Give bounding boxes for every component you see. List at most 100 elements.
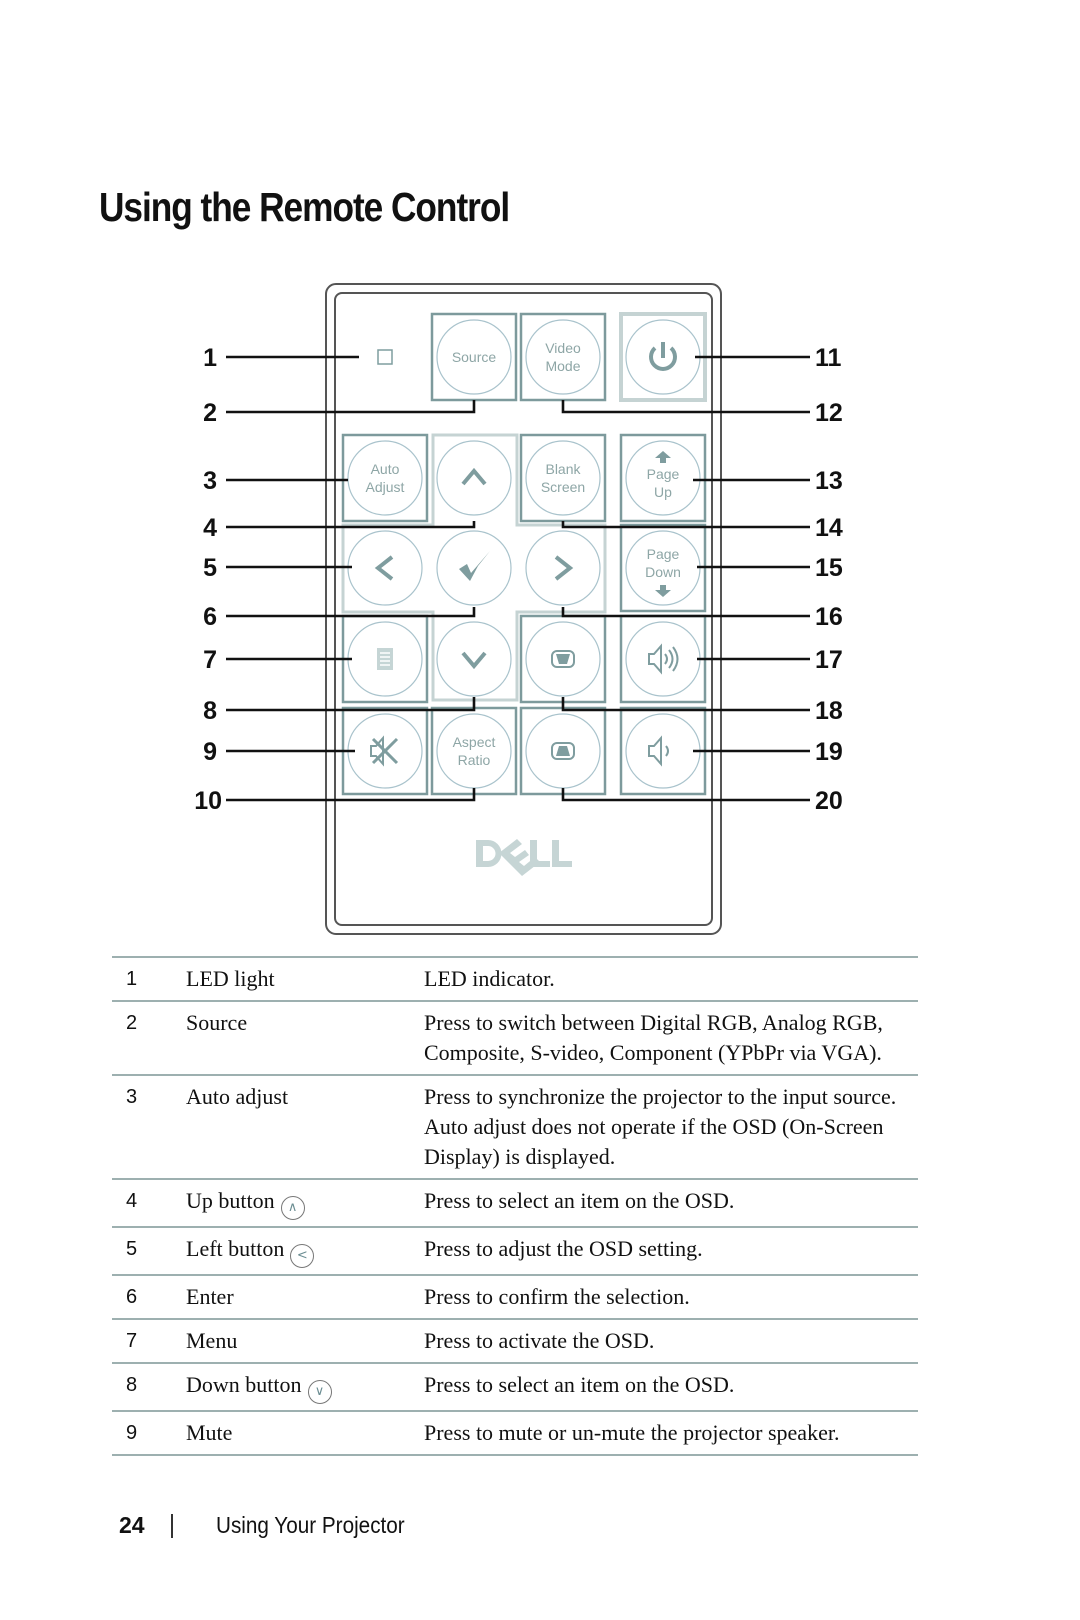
- callout-number: 13: [815, 467, 843, 495]
- button-label: Mode: [545, 358, 580, 374]
- remote-button-14[interactable]: Blank Screen: [519, 433, 607, 523]
- callout-number: 5: [203, 554, 217, 582]
- remote-button-8[interactable]: [436, 621, 512, 697]
- row-number: 2: [112, 1000, 186, 1076]
- footer-separator: [171, 1514, 173, 1538]
- row-description: Press to activate the OSD.: [424, 1318, 918, 1364]
- row-name-cell: LED light: [186, 956, 424, 1002]
- callout-number: 3: [203, 467, 217, 495]
- row-name-cell: Auto adjust: [186, 1074, 424, 1180]
- remote-button-19[interactable]: [619, 706, 707, 796]
- remote-button-18[interactable]: [519, 614, 607, 704]
- remote-button-16[interactable]: [525, 530, 601, 606]
- row-description: Press to mute or un-mute the projector s…: [424, 1410, 918, 1456]
- button-name: LED light: [186, 966, 275, 991]
- callout-number: 20: [815, 787, 843, 815]
- remote-functions-table: 1 LED light LED indicator. 2 Source Press to …: [112, 956, 918, 1456]
- button-label: Up: [654, 484, 672, 500]
- button-name: Down button: [186, 1372, 302, 1397]
- button-label: Source: [452, 349, 497, 365]
- row-description: LED indicator.: [424, 956, 918, 1002]
- button-circle: [525, 319, 601, 395]
- remote-button-7[interactable]: [341, 614, 429, 704]
- button-name: Auto adjust: [186, 1084, 289, 1109]
- row-description: Press to select an item on the OSD.: [424, 1362, 918, 1412]
- button-circle: [436, 713, 512, 789]
- row-description: Press to synchronize the projector to th…: [424, 1074, 918, 1180]
- callout-number: 10: [194, 787, 222, 815]
- led-square-icon: [377, 349, 393, 365]
- callout-5: 5: [203, 554, 352, 582]
- callout-12: 12: [561, 399, 843, 427]
- row-number: 9: [112, 1410, 186, 1456]
- row-name-cell: Mute: [186, 1410, 424, 1456]
- remote-button-4[interactable]: [436, 440, 512, 516]
- remote-control-diagram: Source Video Mode Auto Adjust Blank Screen Page…: [194, 283, 843, 935]
- remote-button-1[interactable]: [377, 349, 393, 365]
- remote-button-2[interactable]: Source: [430, 312, 518, 402]
- callout-number: 17: [815, 646, 843, 674]
- row-description: Press to adjust the OSD setting.: [424, 1226, 918, 1276]
- table-row: 3 Auto adjust Press to synchronize the pro…: [112, 1074, 918, 1180]
- remote-button-12[interactable]: Video Mode: [519, 312, 607, 402]
- callout-17: 17: [697, 646, 843, 674]
- button-label: Screen: [541, 479, 585, 495]
- row-number: 7: [112, 1318, 186, 1364]
- chevron-up-icon: ∧: [280, 1196, 305, 1220]
- button-label: Video: [545, 340, 581, 356]
- table-row: 9 Mute Press to mute or un-mute the projec…: [112, 1410, 918, 1456]
- button-circle: [436, 530, 512, 606]
- remote-button-11[interactable]: [619, 312, 707, 402]
- chevron-down-icon: ∨: [307, 1380, 332, 1404]
- button-name: Mute: [186, 1420, 233, 1445]
- button-name: Left button: [186, 1236, 285, 1261]
- button-label: Down: [645, 564, 681, 580]
- callout-13: 13: [693, 467, 843, 495]
- row-name-cell: Left button <: [186, 1226, 424, 1276]
- remote-button-10[interactable]: Aspect Ratio: [430, 706, 518, 796]
- remote-button-3[interactable]: Auto Adjust: [341, 433, 429, 523]
- callout-number: 15: [815, 554, 843, 582]
- remote-button-17[interactable]: [619, 614, 707, 704]
- remote-button-6[interactable]: [436, 530, 512, 606]
- remote-button-13[interactable]: Page Up: [619, 433, 707, 523]
- callout-11: 11: [695, 344, 842, 372]
- row-name-cell: Down button ∨: [186, 1362, 424, 1412]
- table-row: 1 LED light LED indicator.: [112, 956, 918, 1002]
- row-description: Press to confirm the selection.: [424, 1274, 918, 1320]
- table-row: 7 Menu Press to activate the OSD.: [112, 1318, 918, 1364]
- button-name: Source: [186, 1010, 248, 1035]
- remote-button-20[interactable]: [519, 706, 607, 796]
- row-description: Press to select an item on the OSD.: [424, 1178, 918, 1228]
- button-label: Blank: [545, 461, 581, 477]
- button-label: Aspect: [453, 734, 496, 750]
- page-footer: 24 Using Your Projector: [119, 1512, 405, 1539]
- button-circle: [436, 440, 512, 516]
- remote-button-9[interactable]: [341, 706, 429, 796]
- row-number: 1: [112, 956, 186, 1002]
- remote-button-5[interactable]: [347, 530, 423, 606]
- callout-15: 15: [697, 554, 843, 582]
- button-circle: [436, 621, 512, 697]
- button-name: Up button: [186, 1188, 275, 1213]
- row-number: 4: [112, 1178, 186, 1228]
- callout-number: 19: [815, 738, 843, 766]
- callout-number: 4: [203, 514, 217, 542]
- callout-number: 7: [203, 646, 217, 674]
- table-row: 8 Down button ∨ Press to select an item on …: [112, 1362, 918, 1412]
- button-name: Enter: [186, 1284, 234, 1309]
- row-description: Press to switch between Digital RGB, Ana…: [424, 1000, 918, 1076]
- callout-number: 1: [203, 344, 217, 372]
- remote-button-15[interactable]: Page Down: [619, 523, 707, 613]
- table-row: 5 Left button < Press to adjust the OSD set…: [112, 1226, 918, 1276]
- callout-number: 2: [203, 399, 217, 427]
- callout-number: 14: [815, 514, 843, 542]
- chevron-left-icon: <: [290, 1244, 315, 1268]
- row-number: 6: [112, 1274, 186, 1320]
- callout-number: 6: [203, 603, 217, 631]
- button-label: Page: [647, 466, 680, 482]
- callout-9: 9: [203, 738, 355, 766]
- row-name-cell: Menu: [186, 1318, 424, 1364]
- button-circle: [347, 440, 423, 516]
- callout-number: 8: [203, 697, 217, 725]
